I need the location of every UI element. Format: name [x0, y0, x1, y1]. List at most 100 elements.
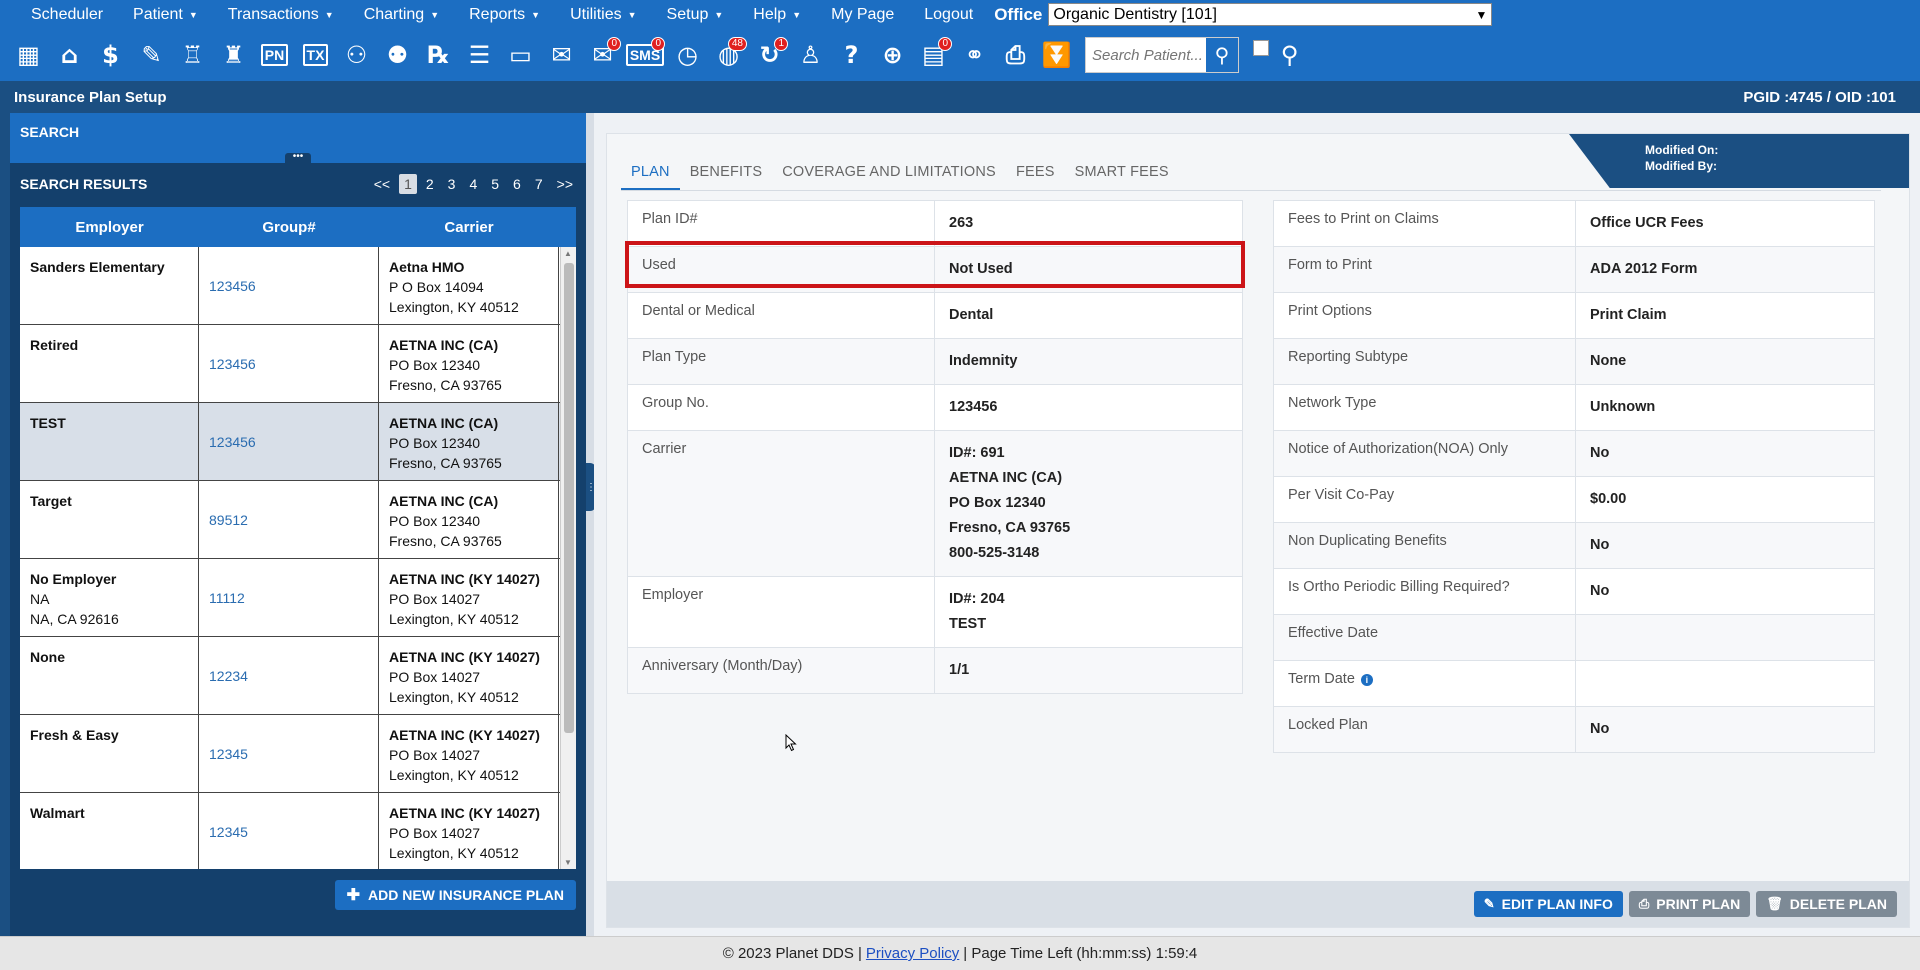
nav-item-utilities[interactable]: Utilities ▼ [557, 6, 653, 24]
sms-icon[interactable]: SMS 0 [625, 35, 665, 75]
expand-down-icon[interactable]: ⏬ [1038, 35, 1075, 75]
calendar-icon[interactable]: ▦ [10, 35, 47, 75]
home-icon[interactable]: ⌂ [51, 35, 88, 75]
tooth-chart-icon[interactable]: ♖ [174, 35, 211, 75]
nav-item-transactions[interactable]: Transactions ▼ [215, 6, 351, 24]
scroll-down-icon[interactable]: ▼ [564, 858, 572, 867]
carrier-address: P O Box 14094 [389, 279, 484, 295]
group-search-icon[interactable]: ⚲ [1271, 35, 1308, 75]
toolbar-checkbox[interactable] [1253, 40, 1269, 56]
table-row[interactable]: No Employer NA NA, CA 92616 11112 AETNA INC … [20, 559, 576, 637]
printer-icon[interactable]: ⎙ [997, 35, 1034, 75]
document-list-icon[interactable]: ☰ [461, 35, 498, 75]
messages-icon[interactable]: ✉ 0 [584, 35, 621, 75]
add-family-icon[interactable]: ⚉ [379, 35, 416, 75]
plan-value: 123456 [935, 385, 1242, 430]
progress-notes-icon[interactable]: PN [256, 35, 293, 75]
group-link[interactable]: 12345 [199, 715, 379, 792]
table-row[interactable]: TEST 123456 AETNA INC (CA) PO Box 12340 Fres… [20, 403, 576, 481]
globe-icon[interactable]: ⊕ [874, 35, 911, 75]
tooth-icon[interactable]: ♙ [792, 35, 829, 75]
nav-item-patient[interactable]: Patient ▼ [120, 6, 215, 24]
carrier-name: Aetna HMO [389, 259, 465, 275]
group-link[interactable]: 89512 [199, 481, 379, 558]
office-select[interactable]: Organic Dentistry [101] ▼ [1048, 3, 1493, 26]
nav-item-scheduler[interactable]: Scheduler [18, 6, 120, 24]
nav-item-setup[interactable]: Setup ▼ [654, 6, 741, 24]
chevron-down-icon: ▼ [1475, 7, 1488, 22]
search-patient-input[interactable] [1086, 40, 1206, 70]
group-link[interactable]: 11112 [199, 559, 379, 636]
clock-icon[interactable]: ◷ [669, 35, 706, 75]
pager-next[interactable]: >> [552, 174, 578, 194]
pencil-notes-icon[interactable]: ✎ [133, 35, 170, 75]
add-new-insurance-plan-button[interactable]: ✚ ADD NEW INSURANCE PLAN [334, 880, 576, 910]
column-carrier[interactable]: Carrier [379, 207, 559, 247]
forms-icon[interactable]: ▤ 0 [915, 35, 952, 75]
pager-page[interactable]: 5 [486, 174, 504, 194]
pager-page[interactable]: 7 [530, 174, 548, 194]
grid-scrollbar[interactable]: ▲ ▼ [560, 247, 576, 869]
tab-benefits[interactable]: BENEFITS [680, 158, 773, 190]
privacy-policy-link[interactable]: Privacy Policy [866, 945, 959, 962]
table-row[interactable]: Walmart 12345 AETNA INC (KY 14027) PO Box 1… [20, 793, 576, 869]
recall-icon[interactable]: ↻ 1 [751, 35, 788, 75]
pager-page[interactable]: 1 [399, 174, 417, 194]
info-icon[interactable]: i [1360, 674, 1373, 686]
edit-plan-info-button[interactable]: ✎ EDIT PLAN INFO [1473, 891, 1623, 917]
group-link[interactable]: 12234 [199, 637, 379, 714]
scroll-up-icon[interactable]: ▲ [564, 249, 572, 258]
carrier-cell: AETNA INC (KY 14027) PO Box 14027 Lexingto… [379, 559, 559, 636]
nav-item-reports[interactable]: Reports ▼ [456, 6, 557, 24]
pager-page[interactable]: 2 [421, 174, 439, 194]
pager-prev[interactable]: << [369, 174, 395, 194]
table-row[interactable]: Sanders Elementary 123456 Aetna HMO P O Box… [20, 247, 576, 325]
add-patient-icon[interactable]: ⚇ [338, 35, 375, 75]
collapse-handle[interactable]: ••• [10, 152, 586, 163]
setting-label: Network Type [1274, 385, 1576, 430]
nav-item-help[interactable]: Help ▼ [740, 6, 818, 24]
plan-value: ID#: 691 AETNA INC (CA) PO Box 12340 Fresno… [935, 431, 1242, 576]
pager-page[interactable]: 3 [443, 174, 461, 194]
setting-row: Reporting Subtype None [1274, 339, 1874, 385]
table-row[interactable]: Target 89512 AETNA INC (CA) PO Box 12340 Fre… [20, 481, 576, 559]
treatment-plan-icon[interactable]: TX [297, 35, 334, 75]
table-row[interactable]: Fresh & Easy 12345 AETNA INC (KY 14027) PO … [20, 715, 576, 793]
pager-page[interactable]: 4 [464, 174, 482, 194]
tab-plan[interactable]: PLAN [621, 158, 680, 190]
search-user-icon[interactable]: ⚲ [1206, 38, 1238, 72]
mail-icon[interactable]: ✉ [543, 35, 580, 75]
pager-page[interactable]: 6 [508, 174, 526, 194]
table-row[interactable]: None 12234 AETNA INC (KY 14027) PO Box 1402… [20, 637, 576, 715]
nav-item-my-page[interactable]: My Page [818, 6, 911, 24]
perio-tooth-icon[interactable]: ♜ [215, 35, 252, 75]
column-employer[interactable]: Employer [20, 207, 199, 247]
print-plan-button[interactable]: ⎙ PRINT PLAN [1628, 891, 1751, 917]
group-link[interactable]: 123456 [199, 325, 379, 402]
web-requests-icon[interactable]: ◍ 48 [710, 35, 747, 75]
document-icon[interactable]: ▭ [502, 35, 539, 75]
setting-label: Notice of Authorization(NOA) Only [1274, 431, 1576, 476]
grid-header: Employer Group# Carrier [20, 207, 576, 247]
group-link[interactable]: 123456 [199, 247, 379, 324]
group-link[interactable]: 12345 [199, 793, 379, 869]
delete-plan-button[interactable]: 🗑 DELETE PLAN [1756, 891, 1897, 917]
carrier-name: AETNA INC (KY 14027) [389, 805, 540, 821]
nav-item-logout[interactable]: Logout [911, 6, 990, 24]
tab-smart-fees[interactable]: SMART FEES [1065, 158, 1179, 190]
carrier-cell: AETNA INC (CA) PO Box 12340 Fresno, CA 937… [379, 403, 559, 480]
group-link[interactable]: 123456 [199, 403, 379, 480]
nav-item-charting[interactable]: Charting ▼ [351, 6, 456, 24]
prescription-icon[interactable]: ℞ [420, 35, 457, 75]
setting-label: Reporting Subtype [1274, 339, 1576, 384]
family-icon[interactable]: ⚭ [956, 35, 993, 75]
dollar-icon[interactable]: $ [92, 35, 129, 75]
help-tooth-icon[interactable]: ? [833, 35, 870, 75]
plan-row: Plan Type Indemnity [628, 339, 1242, 385]
column-group[interactable]: Group# [199, 207, 379, 247]
scroll-thumb[interactable] [564, 263, 574, 733]
table-row[interactable]: Retired 123456 AETNA INC (CA) PO Box 12340 F… [20, 325, 576, 403]
tab-coverage-and-limitations[interactable]: COVERAGE AND LIMITATIONS [772, 158, 1006, 190]
tab-fees[interactable]: FEES [1006, 158, 1065, 190]
search-header[interactable]: SEARCH [10, 113, 586, 153]
